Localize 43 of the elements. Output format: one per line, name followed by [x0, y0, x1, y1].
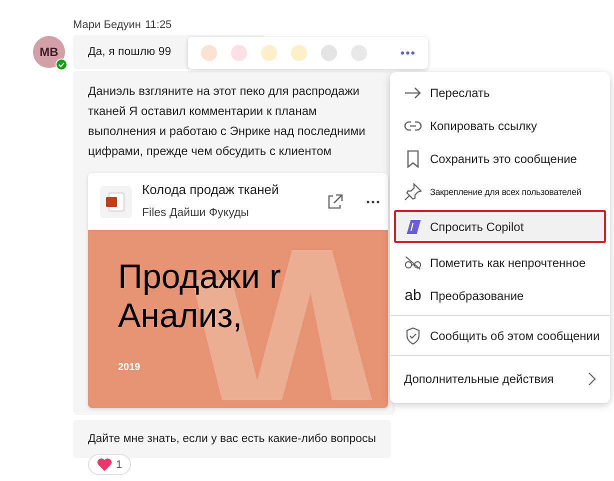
menu-item[interactable]: Закрепление для всех пользователей — [394, 175, 606, 208]
menu-item[interactable]: Спросить Copilot — [394, 210, 606, 243]
menu-item[interactable]: Сохранить это сообщение — [394, 142, 606, 175]
emoji-icon[interactable] — [290, 44, 308, 62]
glasses-crossed-icon — [404, 254, 422, 270]
more-icon[interactable] — [366, 200, 380, 204]
menu-item[interactable]: Сообщить об этом сообщении — [394, 319, 606, 352]
emoji-icon[interactable] — [230, 44, 248, 62]
share-icon[interactable] — [326, 192, 344, 210]
reaction-chip[interactable]: 1 — [88, 454, 132, 475]
file-location: Files Дайши Фукуды — [142, 206, 250, 221]
pin-icon — [404, 182, 422, 200]
text-format-icon: ab — [404, 287, 422, 304]
reaction-count: 1 — [116, 458, 122, 470]
menu-item[interactable]: ab Преобразование — [394, 279, 606, 312]
shield-check-icon — [405, 326, 421, 344]
message-time: 11:25 — [144, 19, 172, 31]
menu-item[interactable]: Копировать ссылку — [394, 109, 606, 142]
link-icon — [404, 120, 422, 132]
emoji-icon[interactable] — [320, 44, 338, 62]
chevron-right-icon — [588, 372, 596, 386]
message-text: Да, я пошлю 99 — [88, 45, 172, 60]
heart-icon — [97, 458, 112, 471]
emoji-icon[interactable] — [200, 44, 218, 62]
menu-item[interactable]: Пометить как непрочтенное — [394, 246, 606, 279]
more-options-button[interactable]: ••• — [400, 46, 416, 60]
slide-title: Продажи r — [118, 258, 282, 298]
copilot-icon — [404, 218, 422, 236]
presentation-file-icon — [100, 186, 132, 218]
forward-arrow-icon — [404, 86, 422, 100]
menu-item[interactable]: Дополнительные действия — [394, 359, 606, 399]
bookmark-icon — [406, 150, 420, 168]
slide-year: 2019 — [118, 361, 142, 376]
message-text: Даниэль взгляните на этот пеко для распродажи тканей Я оставил комментарии к планам выполнения и работаю с Энрике над последними цифрами, прежде чем обсудить с клиентом — [88, 83, 366, 160]
avatar[interactable]: MB — [33, 36, 65, 68]
slide-title: Анализ, — [118, 297, 244, 336]
file-card[interactable]: Колода продаж тканей Files Дайши Фукуды Продажи r Анализ, 2019 — [88, 173, 388, 408]
presence-available-icon — [55, 58, 68, 71]
menu-item[interactable]: Переслать — [394, 76, 606, 109]
message-text: Дайте мне знать, если у вас есть какие-либо вопросы — [88, 432, 376, 447]
file-title[interactable]: Колода продаж тканей — [142, 180, 316, 200]
emoji-icon[interactable] — [260, 44, 278, 62]
author-name: Мари Бедуин — [73, 19, 141, 31]
